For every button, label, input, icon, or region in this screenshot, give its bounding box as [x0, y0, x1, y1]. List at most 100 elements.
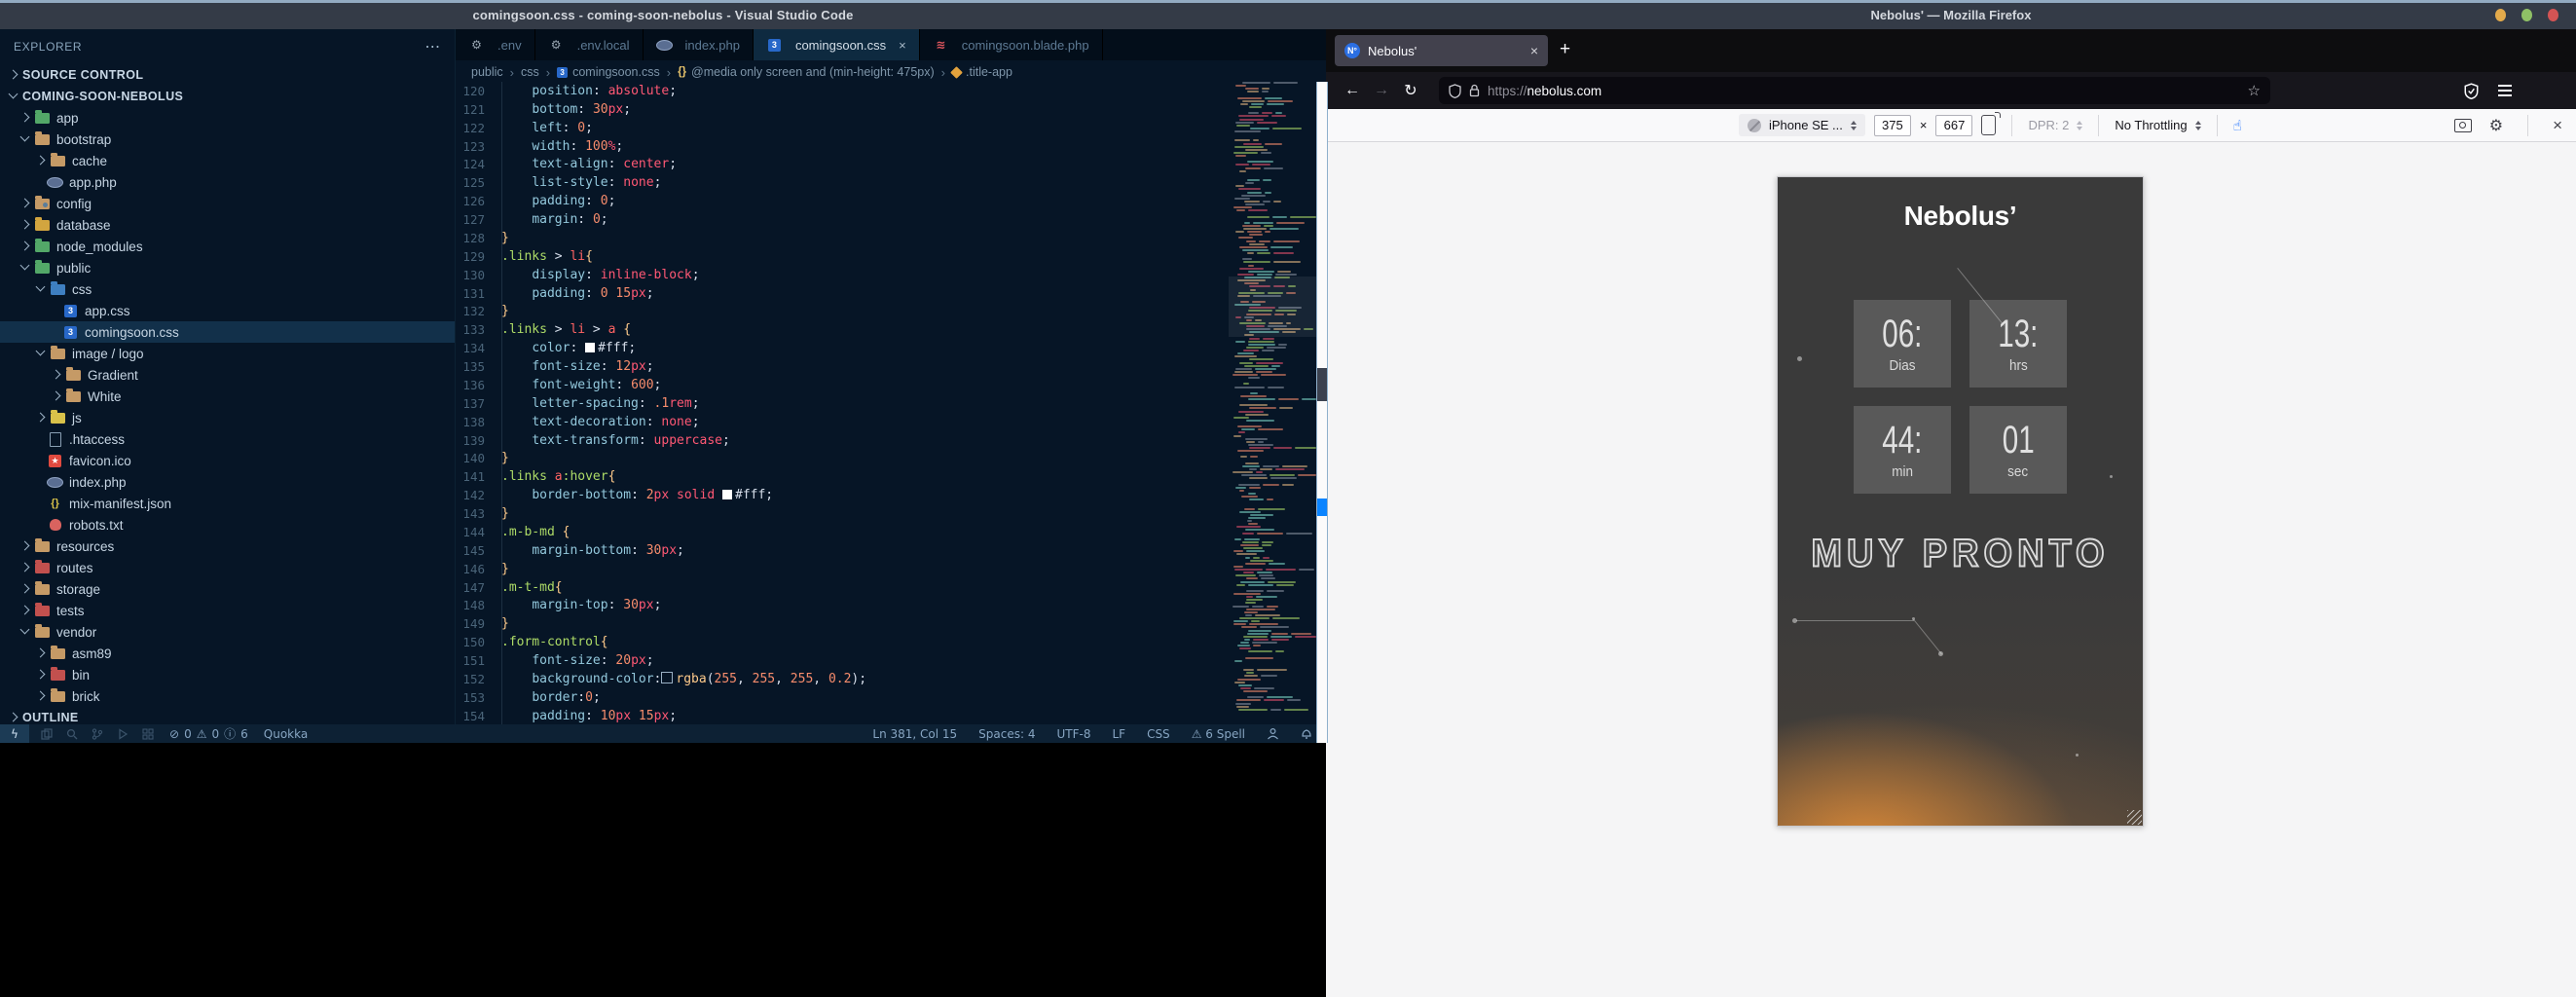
tree-item-favicon-ico[interactable]: ★favicon.ico	[0, 450, 455, 471]
tree-item-config[interactable]: config	[0, 193, 455, 214]
menu-icon[interactable]	[2498, 85, 2512, 95]
tree-item-brick[interactable]: brick	[0, 685, 455, 707]
tree-item-tests[interactable]: tests	[0, 600, 455, 621]
chevron-right-icon	[18, 561, 31, 574]
line-number: 135	[456, 359, 485, 374]
editor-tab-comingsoon-blade-php[interactable]: ≋comingsoon.blade.php	[920, 29, 1103, 60]
problems-indicator[interactable]: ⊘ 0 ⚠ 0 ⓘ 6	[169, 725, 248, 742]
new-tab-button[interactable]: +	[1560, 39, 1570, 60]
editor-tab-comingsoon-css[interactable]: 3comingsoon.css×	[754, 29, 920, 60]
tree-item-white[interactable]: White	[0, 386, 455, 407]
tree-item-image-logo[interactable]: image / logo	[0, 343, 455, 364]
vscode-titlebar[interactable]: comingsoon.css - coming-soon-nebolus - V…	[0, 0, 1326, 29]
status-ln-381-col-15[interactable]: Ln 381, Col 15	[872, 727, 957, 741]
tree-item-cache[interactable]: cache	[0, 150, 455, 171]
bookmark-star-icon[interactable]: ☆	[2248, 82, 2261, 99]
php-icon	[656, 40, 673, 51]
tree-item-node-modules[interactable]: node_modules	[0, 236, 455, 257]
minimize-button[interactable]	[2495, 9, 2506, 21]
tree-item-database[interactable]: database	[0, 214, 455, 236]
viewport-resize-grip[interactable]	[2127, 810, 2142, 825]
tree-item-storage[interactable]: storage	[0, 578, 455, 600]
decor-line	[1796, 620, 1914, 621]
rdm-settings-icon[interactable]: ⚙	[2489, 116, 2503, 134]
device-viewport[interactable]: Nebolus’ 06:Dias13:hrs44:min01sec MUY PR…	[1777, 176, 2144, 827]
tree-item-index-php[interactable]: index.php	[0, 471, 455, 493]
scrollbar-thumb[interactable]	[1317, 368, 1327, 401]
tree-item-gradient[interactable]: Gradient	[0, 364, 455, 386]
breadcrumb[interactable]: public›css›3comingsoon.css›{}@media only…	[456, 60, 1326, 84]
tree-item-public[interactable]: public	[0, 257, 455, 278]
firefox-titlebar[interactable]: Nebolus' — Mozilla Firefox	[1326, 0, 2576, 29]
bell-icon[interactable]	[1301, 727, 1312, 740]
tab-label: .env	[497, 38, 522, 53]
remote-indicator[interactable]: ϟ	[0, 724, 29, 743]
status-css[interactable]: CSS	[1147, 727, 1170, 741]
code-line-144: 144.m-b-md {	[456, 523, 1229, 541]
close-button[interactable]	[2548, 9, 2558, 21]
tree-item-asm89[interactable]: asm89	[0, 643, 455, 664]
item-label: routes	[56, 561, 93, 575]
forward-button[interactable]: →	[1367, 82, 1396, 99]
tree-item-css[interactable]: css	[0, 278, 455, 300]
feedback-icon[interactable]	[1267, 727, 1279, 740]
breadcrumb-item[interactable]: 3comingsoon.css	[557, 65, 660, 79]
tree-item-resources[interactable]: resources	[0, 535, 455, 557]
tree-section-source-control[interactable]: SOURCE CONTROL	[0, 64, 455, 86]
tree-item-bin[interactable]: bin	[0, 664, 455, 685]
screenshot-icon[interactable]	[2454, 119, 2472, 132]
tree-item-comingsoon-css[interactable]: 3comingsoon.css	[0, 321, 455, 343]
tree-item-bootstrap[interactable]: bootstrap	[0, 129, 455, 150]
statusbar-extension-icons[interactable]	[41, 728, 154, 740]
permissions-shield-icon[interactable]	[1449, 84, 1461, 98]
tab-close-icon[interactable]: ×	[1530, 43, 1538, 58]
throttling-selector[interactable]: No Throttling	[2115, 118, 2200, 132]
code-line-129: 129.links > li{	[456, 247, 1229, 266]
tree-item-robots-txt[interactable]: robots.txt	[0, 514, 455, 535]
tree-item-app-css[interactable]: 3app.css	[0, 300, 455, 321]
device-selector[interactable]: iPhone SE ...	[1739, 114, 1865, 136]
quokka-status[interactable]: Quokka	[264, 727, 308, 741]
url-bar[interactable]: https:// nebolus.com ☆	[1439, 77, 2270, 104]
browser-tab-nebolus[interactable]: N° Nebolus' ×	[1335, 35, 1548, 66]
status-lf[interactable]: LF	[1112, 727, 1125, 741]
viewport-height-input[interactable]: 667	[1935, 115, 1972, 136]
breadcrumb-item[interactable]: .title-app	[952, 65, 1012, 79]
back-button[interactable]: ←	[1338, 82, 1367, 99]
minimap[interactable]	[1229, 82, 1316, 724]
explorer-more-icon[interactable]: ⋯	[424, 37, 441, 56]
breadcrumb-item[interactable]: css	[521, 65, 539, 79]
editor-scrollbar[interactable]	[1316, 82, 1328, 743]
tree-item-js[interactable]: js	[0, 407, 455, 428]
touch-simulation-icon[interactable]: ☝	[2233, 117, 2242, 134]
tree-section-coming-soon-nebolus[interactable]: COMING-SOON-NEBOLUS	[0, 86, 455, 107]
status-spaces-4[interactable]: Spaces: 4	[978, 727, 1035, 741]
viewport-width-input[interactable]: 375	[1874, 115, 1911, 136]
status--6-spell[interactable]: ⚠ 6 Spell	[1192, 727, 1245, 741]
tree-item-app-php[interactable]: app.php	[0, 171, 455, 193]
tree-item-routes[interactable]: routes	[0, 557, 455, 578]
lock-icon	[1469, 84, 1480, 97]
tree-item-vendor[interactable]: vendor	[0, 621, 455, 643]
tree-item-mix-manifest-json[interactable]: {}mix-manifest.json	[0, 493, 455, 514]
editor-tab-index-php[interactable]: index.php	[644, 29, 754, 60]
code-line-126: 126 padding: 0;	[456, 192, 1229, 210]
reload-button[interactable]: ↻	[1396, 81, 1425, 100]
tree-item--htaccess[interactable]: .htaccess	[0, 428, 455, 450]
tab-close-icon[interactable]: ×	[899, 38, 906, 53]
dpr-selector[interactable]: DPR: 2	[2028, 118, 2082, 132]
rdm-close-icon[interactable]: ×	[2553, 116, 2562, 135]
item-label: bin	[72, 668, 90, 683]
minimap-slider[interactable]	[1229, 277, 1316, 337]
tree-item-app[interactable]: app	[0, 107, 455, 129]
breadcrumb-item[interactable]: public	[471, 65, 503, 79]
breadcrumb-item[interactable]: {}@media only screen and (min-height: 47…	[678, 65, 935, 79]
maximize-button[interactable]	[2521, 9, 2532, 21]
rotate-viewport-icon[interactable]	[1981, 115, 1996, 135]
status-utf-8[interactable]: UTF-8	[1056, 727, 1090, 741]
item-label: .htaccess	[69, 432, 125, 447]
code-editor[interactable]: 120 position: absolute;121 bottom: 30px;…	[456, 82, 1229, 724]
editor-tab--env[interactable]: ⚙.env	[456, 29, 535, 60]
editor-tab--env-local[interactable]: ⚙.env.local	[535, 29, 644, 60]
protection-shield-icon[interactable]	[2464, 83, 2479, 99]
